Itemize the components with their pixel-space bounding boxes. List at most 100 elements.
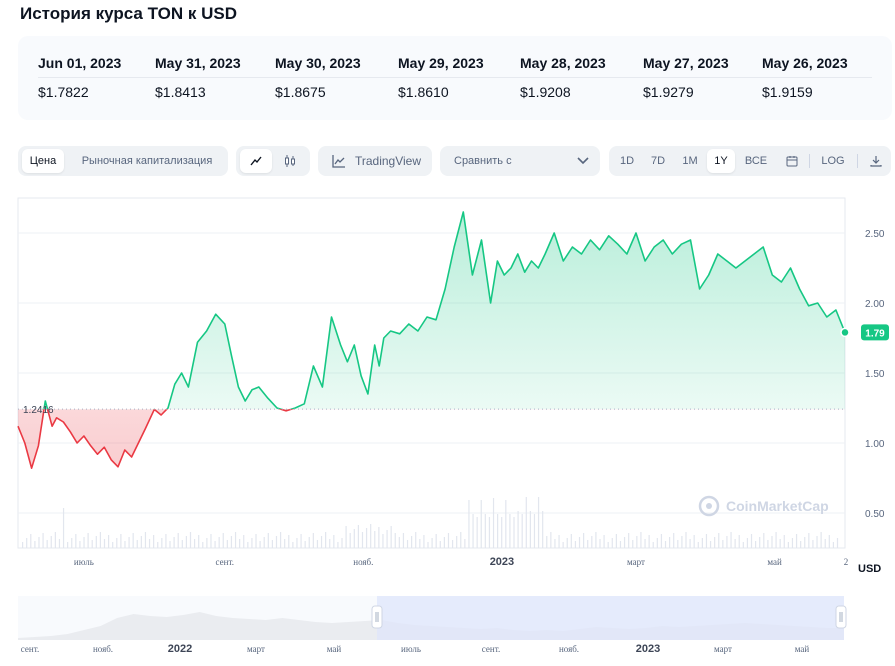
volume-bar: [116, 538, 118, 548]
volume-bar: [296, 538, 298, 548]
volume-bar: [22, 542, 24, 548]
navigator-tick: май: [795, 644, 810, 654]
volume-bar: [497, 514, 499, 548]
volume-bar: [755, 541, 757, 548]
volume-bar: [828, 535, 830, 548]
volume-bar: [681, 536, 683, 548]
volume-bar: [279, 532, 282, 548]
volume-bar: [107, 535, 110, 548]
volume-bar: [95, 536, 97, 548]
range-navigator[interactable]: сент. нояб. 2022 март май июль сент. ноя…: [0, 590, 895, 666]
line-chart-button[interactable]: [240, 149, 272, 173]
volume-bar: [349, 533, 351, 548]
volume-bar: [390, 526, 392, 548]
range-7d-button[interactable]: 7D: [643, 149, 673, 173]
volume-bar: [644, 539, 646, 548]
history-price: $1.8610: [398, 84, 449, 100]
navigator-tick: 2022: [168, 643, 192, 655]
x-tick-label: март: [627, 557, 645, 567]
x-tick-label: май: [767, 557, 782, 567]
volume-bar: [259, 541, 261, 548]
volume-bar: [705, 534, 708, 548]
candlestick-button[interactable]: [274, 149, 306, 173]
navigator-tick: март: [714, 644, 732, 654]
volume-bar: [300, 534, 302, 548]
volume-bar: [521, 514, 523, 548]
range-all-button[interactable]: ВСЕ: [737, 149, 775, 173]
volume-bar: [361, 532, 364, 548]
volume-bar: [787, 542, 789, 548]
range-1y-button[interactable]: 1Y: [707, 149, 735, 173]
history-price: $1.9159: [762, 84, 813, 100]
volume-bar: [46, 540, 48, 548]
volume-bar: [726, 536, 728, 548]
volume-bar: [210, 534, 212, 548]
volume-bar: [271, 540, 273, 548]
volume-bar: [140, 536, 142, 548]
navigator-handle-right[interactable]: [835, 605, 847, 629]
range-1d-button[interactable]: 1D: [613, 149, 641, 173]
volume-bar: [308, 537, 310, 548]
volume-bar: [771, 536, 773, 548]
volume-bar: [783, 535, 785, 548]
log-scale-button[interactable]: LOG: [815, 149, 851, 173]
volume-bar: [836, 538, 839, 548]
volume-bar: [832, 542, 835, 548]
volume-bar: [648, 535, 650, 548]
volume-bar: [112, 542, 114, 548]
tradingview-button[interactable]: TradingView: [318, 146, 432, 176]
volume-bar: [570, 534, 572, 548]
volume-bar: [292, 542, 294, 548]
volume-bar: [464, 539, 466, 548]
volume-bar: [38, 537, 40, 548]
volume-bar: [329, 539, 331, 548]
range-1m-button[interactable]: 1M: [675, 149, 705, 173]
volume-bar: [42, 533, 44, 548]
tab-price[interactable]: Цена: [22, 149, 64, 173]
volume-bar: [124, 541, 126, 548]
volume-bar: [554, 539, 556, 548]
volume-bar: [619, 541, 622, 548]
volume-bar: [333, 535, 335, 548]
volume-bar: [484, 514, 486, 548]
volume-bar: [26, 538, 28, 548]
volume-bar: [709, 541, 712, 548]
volume-bar: [427, 542, 429, 548]
volume-bar: [546, 536, 548, 548]
volume-bar: [443, 537, 445, 548]
volume-bar: [701, 538, 703, 548]
volume-bar: [406, 540, 409, 548]
volume-bar: [263, 537, 265, 548]
volume-bar: [656, 538, 658, 548]
volume-bar: [795, 534, 798, 548]
volume-bar: [820, 532, 822, 548]
volume-bar: [226, 540, 228, 548]
coinmarketcap-watermark: CoinMarketCap: [698, 495, 829, 517]
navigator-selection[interactable]: [377, 596, 844, 640]
volume-bar: [103, 539, 106, 548]
volume-bar: [562, 542, 564, 548]
volume-bar: [673, 533, 675, 548]
volume-bar: [472, 514, 474, 548]
watermark-text: CoinMarketCap: [726, 498, 829, 514]
volume-bar: [611, 538, 613, 548]
line-chart-icon: [250, 156, 262, 166]
volume-bar: [169, 541, 171, 548]
volume-bar: [181, 540, 183, 548]
tab-market-cap[interactable]: Рыночная капитализация: [70, 149, 224, 173]
volume-bar: [398, 537, 400, 548]
volume-bar: [288, 535, 290, 548]
range-toolbar: 1D 7D 1M 1Y ВСЕ LOG: [609, 146, 891, 176]
volume-bar: [451, 540, 454, 548]
volume-bar: [394, 533, 396, 548]
metric-toggle: Цена Рыночная капитализация: [18, 146, 228, 176]
volume-bar: [316, 540, 319, 548]
volume-bar: [537, 497, 540, 548]
navigator-tick: март: [247, 644, 265, 654]
volume-bar: [54, 532, 56, 548]
download-button[interactable]: [865, 149, 887, 173]
calendar-button[interactable]: [781, 149, 803, 173]
volume-bar: [738, 535, 740, 548]
navigator-handle-left[interactable]: [371, 605, 383, 629]
compare-select[interactable]: Сравнить с: [440, 146, 600, 176]
